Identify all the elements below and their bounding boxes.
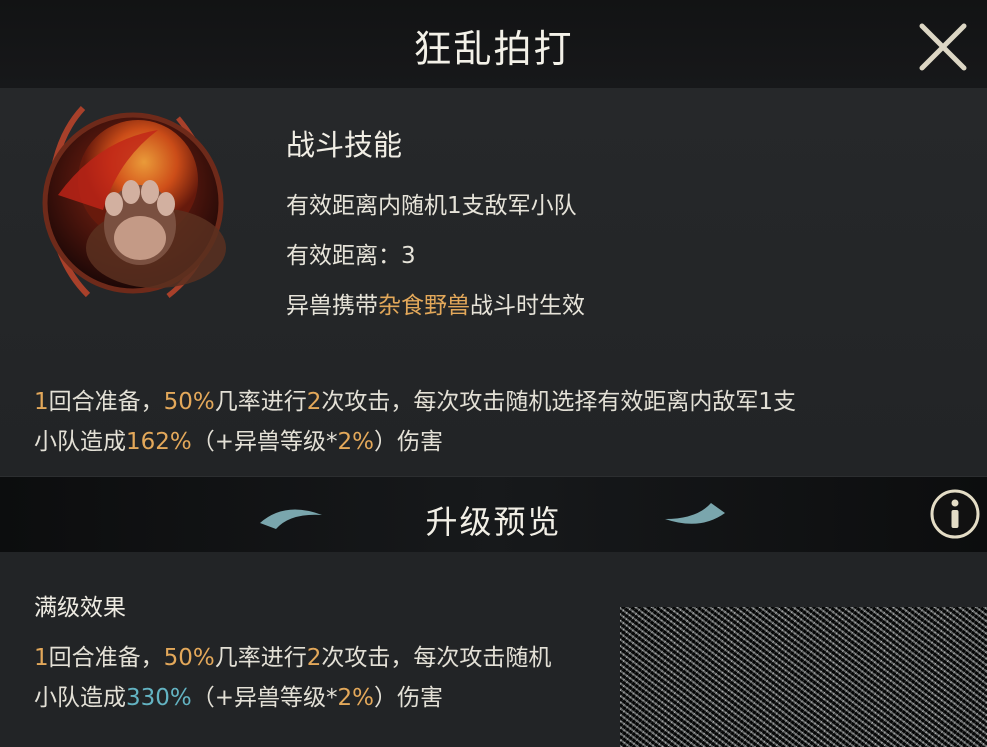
condition-prefix: 异兽携带 <box>286 293 378 319</box>
per-level-value: 2% <box>337 685 375 711</box>
header: 狂乱拍打 <box>0 0 987 89</box>
chance-value: 50% <box>163 389 215 415</box>
chance-value: 50% <box>163 645 215 671</box>
skill-target: 有效距离内随机1支敌军小队 <box>286 193 577 219</box>
desc-text: 次攻击，每次攻击随机选择有效距离内敌军1支 <box>321 389 797 415</box>
beast-paw-icon <box>42 105 226 298</box>
upgrade-preview-header: 升级预览 <box>0 476 987 554</box>
desc-text: （+异兽等级* <box>191 685 338 711</box>
info-button[interactable] <box>929 488 981 540</box>
leaf-ornament-icon <box>665 503 945 524</box>
close-button[interactable] <box>912 16 974 78</box>
page-title: 狂乱拍打 <box>413 27 574 71</box>
skill-type: 战斗技能 <box>286 128 403 162</box>
desc-text: 小队造成 <box>34 685 126 711</box>
skill-range: 有效距离：3 <box>286 236 416 270</box>
desc-text: 次攻击，每次攻击随机 <box>321 645 552 671</box>
desc-text: 几率进行 <box>214 645 307 671</box>
close-icon <box>919 23 967 71</box>
damage-value: 330% <box>126 685 192 711</box>
desc-text: 小队造成 <box>34 429 126 455</box>
desc-text: （+异兽等级* <box>191 429 338 455</box>
skill-condition: 异兽携带杂食野兽战斗时生效 <box>286 286 585 320</box>
watermark-overlay <box>620 607 987 747</box>
skill-description: 1回合准备，50%几率进行2次攻击，每次攻击随机选择有效距离内敌军1支小队造成1… <box>34 382 964 462</box>
attack-count: 2 <box>306 389 322 415</box>
skill-icon <box>28 100 228 306</box>
info-icon <box>930 489 980 539</box>
desc-text: 几率进行 <box>214 389 307 415</box>
condition-highlight: 杂食野兽 <box>378 293 470 319</box>
range-label: 有效距离： <box>286 243 401 269</box>
desc-text: 回合准备， <box>48 389 164 415</box>
desc-text: ）伤害 <box>374 429 444 455</box>
desc-text: 回合准备， <box>48 645 164 671</box>
attack-count: 2 <box>306 645 322 671</box>
max-level-label: 满级效果 <box>34 595 126 621</box>
range-value: 3 <box>401 243 416 269</box>
damage-value: 162% <box>126 429 192 455</box>
prep-rounds: 1 <box>34 389 49 415</box>
prep-rounds: 1 <box>34 645 49 671</box>
desc-text: ）伤害 <box>374 685 444 711</box>
per-level-value: 2% <box>337 429 375 455</box>
condition-suffix: 战斗时生效 <box>470 293 585 319</box>
